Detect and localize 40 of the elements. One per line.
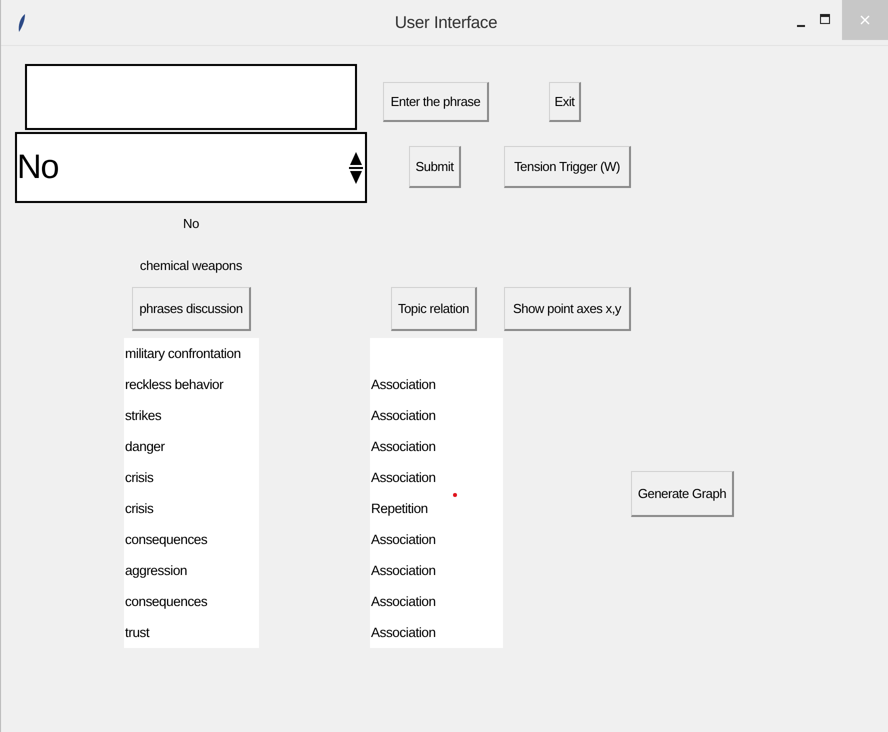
list-item[interactable]: Association	[370, 524, 503, 555]
maximize-icon[interactable]	[820, 14, 830, 24]
list-item[interactable]: trust	[124, 617, 259, 648]
list-item[interactable]: Association	[370, 555, 503, 586]
spinbox-value: No	[17, 148, 60, 187]
dot-marker	[453, 493, 457, 497]
label: chemical weapons	[140, 257, 242, 275]
list-item[interactable]: aggression	[124, 555, 259, 586]
spin-arrows-icon[interactable]	[349, 150, 363, 184]
button[interactable]: Show point axes x,y	[504, 287, 631, 331]
list-item[interactable]: crisis	[124, 493, 259, 524]
list-item[interactable]: Association	[370, 431, 503, 462]
list-item[interactable]: Repetition	[370, 493, 503, 524]
button[interactable]: Exit	[549, 82, 581, 122]
list-item[interactable]: military confrontation	[124, 338, 259, 369]
list-item[interactable]: Association	[370, 400, 503, 431]
list-item[interactable]: Association	[370, 586, 503, 617]
list-item[interactable]: danger	[124, 431, 259, 462]
phrase-input-field[interactable]	[25, 64, 357, 130]
list-item[interactable]: strikes	[124, 400, 259, 431]
button[interactable]: Enter the phrase	[383, 82, 489, 122]
button[interactable]: Topic relation	[391, 287, 477, 331]
window-title: User Interface	[394, 12, 498, 32]
list-item[interactable]: consequences	[124, 524, 259, 555]
button[interactable]: phrases discussion	[132, 287, 251, 331]
feather-icon	[17, 12, 27, 32]
spinbox[interactable]: No	[15, 132, 367, 203]
button[interactable]: Generate Graph	[631, 471, 734, 517]
relation-listbox[interactable]: Association Association Association Association Repetition Association Association Association Association	[370, 338, 503, 648]
list-item[interactable]: Association	[370, 462, 503, 493]
list-item[interactable]: Association	[370, 369, 503, 400]
close-icon	[860, 14, 870, 24]
list-item[interactable]: Association	[370, 617, 503, 648]
button[interactable]: Submit	[409, 146, 461, 188]
label: No	[182, 215, 200, 233]
phrase-listbox[interactable]: military confrontation reckless behavior strikes danger crisis crisis consequences aggression consequences trust	[124, 338, 259, 648]
button[interactable]: Tension Trigger (W)	[504, 146, 631, 188]
list-item[interactable]: crisis	[124, 462, 259, 493]
list-item[interactable]: consequences	[124, 586, 259, 617]
list-item[interactable]: reckless behavior	[124, 369, 259, 400]
